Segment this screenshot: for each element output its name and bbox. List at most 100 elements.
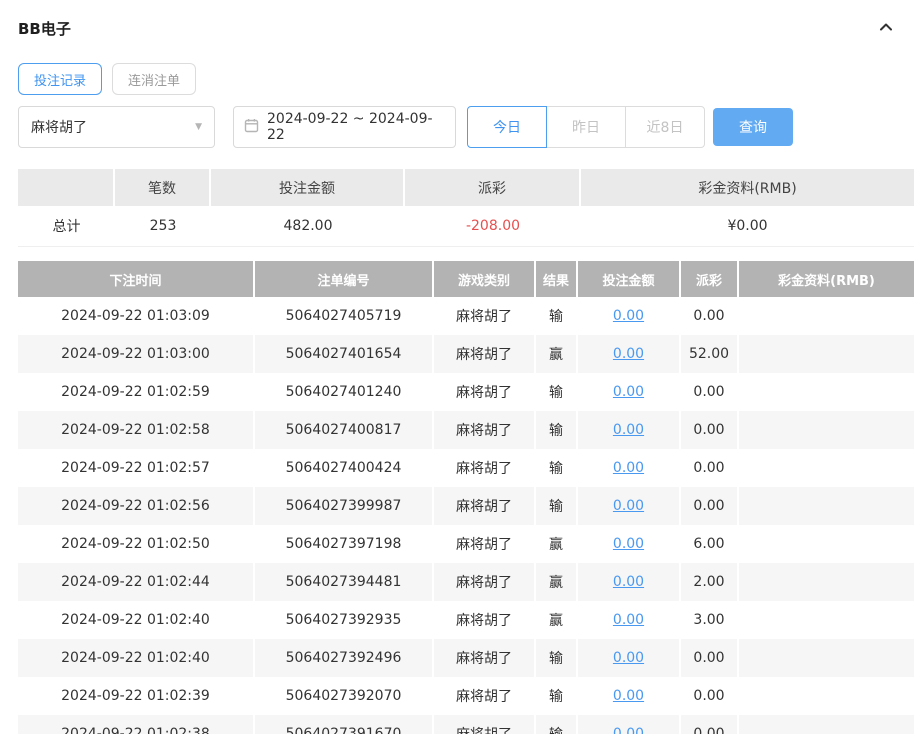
- cell-order-id: 5064027405719: [255, 297, 434, 335]
- quick-date-group: 今日 昨日 近8日: [467, 106, 705, 148]
- chevron-up-icon: [878, 19, 894, 38]
- record-tabs: 投注记录 连消注单: [18, 63, 896, 95]
- table-row: 2024-09-22 01:02:38 5064027391670 麻将胡了 输…: [18, 715, 914, 734]
- summary-header-row: 笔数 投注金额 派彩 彩金资料(RMB): [18, 169, 914, 206]
- cell-order-id: 5064027401240: [255, 373, 434, 411]
- cell-bet-amount-link[interactable]: 0.00: [613, 498, 644, 514]
- cell-payout: 0.00: [681, 297, 739, 335]
- cell-order-id: 5064027392496: [255, 639, 434, 677]
- cell-order-id: 5064027391670: [255, 715, 434, 734]
- panel-header: BB电子: [18, 0, 896, 63]
- header-bonus: 彩金资料(RMB): [739, 261, 914, 297]
- table-row: 2024-09-22 01:02:58 5064027400817 麻将胡了 输…: [18, 411, 914, 449]
- page-title: BB电子: [18, 18, 71, 39]
- summary-header-count: 笔数: [115, 169, 211, 206]
- cell-bet-amount-link[interactable]: 0.00: [613, 460, 644, 476]
- cell-bet-amount-link[interactable]: 0.00: [613, 308, 644, 324]
- summary-total-bet-amount: 482.00: [211, 206, 405, 247]
- cell-order-id: 5064027399987: [255, 487, 434, 525]
- cell-bet-amount-link[interactable]: 0.00: [613, 612, 644, 628]
- cell-bet-time: 2024-09-22 01:02:56: [18, 487, 255, 525]
- cell-result: 赢: [536, 525, 578, 563]
- summary-header-bet-amount: 投注金额: [211, 169, 405, 206]
- cell-result: 输: [536, 715, 578, 734]
- cell-bonus: [739, 297, 914, 335]
- cell-bet-amount-link[interactable]: 0.00: [613, 574, 644, 590]
- bet-records-panel: BB电子 投注记录 连消注单 麻将胡了 ▼ 2024-09-22 ~ 2024-…: [0, 0, 914, 734]
- cell-result: 输: [536, 677, 578, 715]
- cell-order-id: 5064027401654: [255, 335, 434, 373]
- cell-order-id: 5064027400817: [255, 411, 434, 449]
- cell-result: 输: [536, 487, 578, 525]
- table-row: 2024-09-22 01:02:40 5064027392496 麻将胡了 输…: [18, 639, 914, 677]
- cell-payout: 3.00: [681, 601, 739, 639]
- cell-game-type: 麻将胡了: [434, 449, 536, 487]
- cell-payout: 0.00: [681, 677, 739, 715]
- header-payout: 派彩: [681, 261, 739, 297]
- today-button[interactable]: 今日: [467, 106, 547, 148]
- cell-bet-time: 2024-09-22 01:02:59: [18, 373, 255, 411]
- summary-table: 笔数 投注金额 派彩 彩金资料(RMB) 总计 253 482.00 -208.…: [18, 169, 914, 247]
- cell-payout: 0.00: [681, 411, 739, 449]
- table-row: 2024-09-22 01:02:40 5064027392935 麻将胡了 赢…: [18, 601, 914, 639]
- cell-game-type: 麻将胡了: [434, 297, 536, 335]
- game-select[interactable]: 麻将胡了 ▼: [18, 106, 215, 148]
- cell-bonus: [739, 601, 914, 639]
- header-bet-time: 下注时间: [18, 261, 255, 297]
- cell-bonus: [739, 449, 914, 487]
- cell-order-id: 5064027394481: [255, 563, 434, 601]
- cell-bonus: [739, 335, 914, 373]
- cell-bonus: [739, 715, 914, 734]
- cell-result: 输: [536, 639, 578, 677]
- calendar-icon: [244, 118, 259, 137]
- cell-bet-time: 2024-09-22 01:02:39: [18, 677, 255, 715]
- cell-bet-amount-link[interactable]: 0.00: [613, 384, 644, 400]
- cell-game-type: 麻将胡了: [434, 715, 536, 734]
- cell-game-type: 麻将胡了: [434, 411, 536, 449]
- table-row: 2024-09-22 01:02:59 5064027401240 麻将胡了 输…: [18, 373, 914, 411]
- cell-game-type: 麻将胡了: [434, 487, 536, 525]
- table-row: 2024-09-22 01:03:00 5064027401654 麻将胡了 赢…: [18, 335, 914, 373]
- cell-payout: 2.00: [681, 563, 739, 601]
- header-game-type: 游戏类别: [434, 261, 536, 297]
- cell-game-type: 麻将胡了: [434, 373, 536, 411]
- last-8-days-button[interactable]: 近8日: [625, 106, 705, 148]
- table-row: 2024-09-22 01:03:09 5064027405719 麻将胡了 输…: [18, 297, 914, 335]
- cell-bet-amount-link[interactable]: 0.00: [613, 650, 644, 666]
- cell-bet-time: 2024-09-22 01:02:40: [18, 601, 255, 639]
- yesterday-button[interactable]: 昨日: [546, 106, 626, 148]
- cell-game-type: 麻将胡了: [434, 639, 536, 677]
- cell-bet-time: 2024-09-22 01:02:40: [18, 639, 255, 677]
- summary-header-payout: 派彩: [405, 169, 581, 206]
- filter-bar: 麻将胡了 ▼ 2024-09-22 ~ 2024-09-22 今日 昨日 近8日…: [18, 106, 896, 148]
- bet-table-body: 2024-09-22 01:03:09 5064027405719 麻将胡了 输…: [18, 297, 914, 734]
- cell-result: 输: [536, 297, 578, 335]
- cell-result: 输: [536, 373, 578, 411]
- cell-bet-amount-link[interactable]: 0.00: [613, 688, 644, 704]
- cell-bonus: [739, 525, 914, 563]
- game-select-value: 麻将胡了: [31, 117, 87, 137]
- cell-bet-amount-link[interactable]: 0.00: [613, 536, 644, 552]
- cell-bet-amount-link[interactable]: 0.00: [613, 422, 644, 438]
- bet-table-header-row: 下注时间 注单编号 游戏类别 结果 投注金额 派彩 彩金资料(RMB): [18, 261, 914, 297]
- table-row: 2024-09-22 01:02:50 5064027397198 麻将胡了 赢…: [18, 525, 914, 563]
- cell-bonus: [739, 487, 914, 525]
- cell-bet-time: 2024-09-22 01:03:00: [18, 335, 255, 373]
- cell-result: 赢: [536, 601, 578, 639]
- date-range-picker[interactable]: 2024-09-22 ~ 2024-09-22: [233, 106, 456, 148]
- search-button[interactable]: 查询: [713, 108, 793, 146]
- cell-bet-time: 2024-09-22 01:02:58: [18, 411, 255, 449]
- cell-bet-amount-link[interactable]: 0.00: [613, 346, 644, 362]
- cell-bet-amount-link[interactable]: 0.00: [613, 726, 644, 734]
- cell-bet-time: 2024-09-22 01:02:44: [18, 563, 255, 601]
- tab-cancel-orders[interactable]: 连消注单: [112, 63, 196, 95]
- cell-bonus: [739, 639, 914, 677]
- tab-bet-records[interactable]: 投注记录: [18, 63, 102, 95]
- cell-game-type: 麻将胡了: [434, 601, 536, 639]
- header-bet-amount: 投注金额: [578, 261, 681, 297]
- cell-payout: 0.00: [681, 487, 739, 525]
- collapse-panel-button[interactable]: [876, 19, 896, 39]
- table-row: 2024-09-22 01:02:56 5064027399987 麻将胡了 输…: [18, 487, 914, 525]
- cell-game-type: 麻将胡了: [434, 563, 536, 601]
- summary-header-blank: [18, 169, 115, 206]
